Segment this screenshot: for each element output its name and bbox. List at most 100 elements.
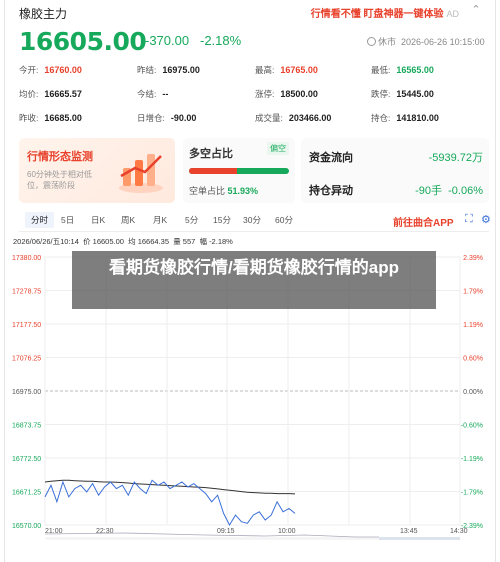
trend-monitor-card[interactable]: 行情形态监测 60分钟处于相对低位，震荡阶段 bbox=[19, 138, 175, 203]
y-axis-label: 17076.25 bbox=[12, 356, 41, 363]
stat-label: 最高: bbox=[255, 65, 275, 75]
stat-label: 涨停: bbox=[255, 89, 275, 99]
stat-cell: 今结: -- bbox=[137, 88, 168, 100]
stat-value: 16685.00 bbox=[44, 113, 82, 123]
last-price: 16605.00 bbox=[19, 27, 147, 56]
stat-cell: 成交量: 203466.00 bbox=[255, 112, 331, 124]
fund-flow-label: 资金流向 bbox=[309, 152, 353, 164]
scroll-top-icon[interactable]: ⌃ bbox=[469, 3, 483, 17]
stat-cell: 最低: 16565.00 bbox=[371, 64, 434, 76]
stats-grid: 今开: 16760.00 昨结: 16975.00 最高: 16765.00 最低: 1656… bbox=[19, 62, 489, 134]
chart-period-tabs: 前往曲合APP ⛶ ⚙ 分时 5日 日K 周K 月K 5分 15分 30分 60分 bbox=[19, 210, 491, 232]
fullscreen-icon[interactable]: ⛶ bbox=[465, 213, 473, 226]
stat-value: 16765.00 bbox=[280, 65, 318, 75]
long-short-bar bbox=[189, 168, 289, 174]
y-axis-pct-label: 0.00% bbox=[463, 389, 483, 396]
ad-badge: AD bbox=[446, 9, 459, 19]
stat-label: 跌停: bbox=[371, 89, 391, 99]
position-change-label: 持仓异动 bbox=[309, 185, 353, 197]
y-axis-pct-label: -0.60% bbox=[461, 423, 483, 430]
stat-cell: 今开: 16760.00 bbox=[19, 64, 82, 76]
fund-flow-value: -5939.72万 bbox=[428, 152, 483, 164]
y-axis-label: 16671.25 bbox=[12, 490, 41, 497]
chart-crosshair-info: 2026/06/26/五10:14 价 16605.00 均 16664.35 … bbox=[13, 237, 233, 246]
navigator-sparkline bbox=[44, 532, 379, 538]
stats-row: 昨收: 16685.00 日增仓: -90.00 成交量: 203466.00 持仓: 141… bbox=[19, 110, 489, 134]
stat-label: 均价: bbox=[19, 89, 39, 99]
sentiment-badge: 偏空 bbox=[267, 142, 289, 155]
stat-value: -90.00 bbox=[170, 113, 197, 123]
y-axis-pct-label: -1.79% bbox=[461, 490, 483, 497]
y-axis-label: 17380.00 bbox=[12, 255, 41, 262]
stat-cell: 均价: 16665.57 bbox=[19, 88, 82, 100]
market-status: 休市 2026-06-26 10:15:00 bbox=[367, 35, 485, 48]
stat-value: 15445.00 bbox=[396, 89, 434, 99]
stat-label: 昨结: bbox=[137, 65, 157, 75]
page-title: 橡胶主力 bbox=[19, 7, 68, 21]
y-axis-pct-label: 1.79% bbox=[463, 289, 483, 296]
y-axis-label: 16873.75 bbox=[12, 423, 41, 430]
tab-period[interactable]: 60分 bbox=[275, 214, 293, 226]
y-axis-pct-label: -1.19% bbox=[461, 456, 483, 463]
status-datetime: 2026-06-26 10:15:00 bbox=[401, 37, 485, 47]
stat-value: 16565.00 bbox=[396, 65, 434, 75]
trend-card-title: 行情形态监测 bbox=[27, 151, 93, 163]
stat-value: 18500.00 bbox=[280, 89, 318, 99]
stats-row: 今开: 16760.00 昨结: 16975.00 最高: 16765.00 最低: 1656… bbox=[19, 62, 489, 86]
tab-period[interactable]: 周K bbox=[121, 214, 135, 226]
x-axis-label: 22:30 bbox=[96, 528, 114, 535]
promo-text: 行情看不懂 盯盘神器一键体验 bbox=[310, 9, 444, 20]
fund-flow-card[interactable]: 资金流向 -5939.72万 持仓异动 -90手 -0.06% bbox=[301, 138, 489, 203]
stat-cell: 日增仓: -90.00 bbox=[137, 112, 196, 124]
tab-period[interactable]: 日K bbox=[91, 214, 105, 226]
stat-label: 昨收: bbox=[19, 113, 39, 123]
x-axis-label: 13:45 bbox=[400, 528, 418, 535]
y-axis-label: 17278.75 bbox=[12, 289, 41, 296]
promo-banner[interactable]: 行情看不懂 盯盘神器一键体验 AD bbox=[311, 5, 459, 20]
x-axis-label: 09:15 bbox=[217, 528, 235, 535]
stat-value: 141810.00 bbox=[396, 113, 439, 123]
short-ratio: 空单占比 51.93% bbox=[189, 186, 259, 196]
tab-period[interactable]: 5日 bbox=[61, 214, 74, 226]
status-text: 休市 bbox=[378, 37, 397, 47]
tab-period[interactable]: 月K bbox=[153, 214, 167, 226]
price-change-percent: -2.18% bbox=[200, 33, 242, 48]
stat-cell: 跌停: 15445.00 bbox=[371, 88, 434, 100]
tab-period[interactable]: 30分 bbox=[243, 214, 261, 226]
y-axis-pct-label: 0.60% bbox=[463, 356, 483, 363]
x-axis-label: 14:30 bbox=[450, 528, 468, 535]
y-axis-pct-label: 1.19% bbox=[463, 322, 483, 329]
stat-label: 最低: bbox=[371, 65, 391, 75]
y-axis-label: 17177.50 bbox=[12, 322, 41, 329]
stat-label: 日增仓: bbox=[137, 113, 165, 123]
stat-label: 持仓: bbox=[371, 113, 391, 123]
stat-value: 16760.00 bbox=[44, 65, 82, 75]
stat-value: 203466.00 bbox=[288, 113, 332, 123]
stat-cell: 昨结: 16975.00 bbox=[137, 64, 200, 76]
article-title-overlay: 看期货橡胶行情/看期货橡胶行情的app bbox=[72, 251, 436, 309]
trend-card-desc: 60分钟处于相对低位，震荡阶段 bbox=[27, 170, 92, 190]
y-axis-pct-label: 2.39% bbox=[463, 255, 483, 262]
tab-period[interactable]: 15分 bbox=[213, 214, 231, 226]
y-axis-label: 16570.00 bbox=[12, 523, 41, 530]
settings-icon[interactable]: ⚙ bbox=[481, 213, 491, 226]
stat-cell: 昨收: 16685.00 bbox=[19, 112, 82, 124]
date-navigator-window bbox=[379, 537, 460, 540]
price-change: -370.00 bbox=[145, 33, 190, 48]
candlestick-illustration-icon bbox=[119, 154, 163, 193]
y-axis-label: 16975.00 bbox=[12, 389, 41, 396]
stat-cell: 涨停: 18500.00 bbox=[255, 88, 318, 100]
stat-value: -- bbox=[162, 89, 169, 99]
open-app-link[interactable]: 前往曲合APP bbox=[393, 214, 454, 229]
stat-cell: 最高: 16765.00 bbox=[255, 64, 318, 76]
quote-page: 橡胶主力 行情看不懂 盯盘神器一键体验 AD ⌃ 16605.00 -370.00… bbox=[4, 0, 496, 562]
stat-label: 成交量: bbox=[255, 113, 283, 123]
stat-value: 16665.57 bbox=[44, 89, 82, 99]
long-short-ratio-card[interactable]: 多空占比 偏空 空单占比 51.93% bbox=[183, 138, 295, 203]
tab-period[interactable]: 5分 bbox=[185, 214, 198, 226]
y-axis-label: 16772.50 bbox=[12, 456, 41, 463]
tab-intraday[interactable]: 分时 bbox=[25, 212, 55, 228]
clock-icon bbox=[367, 37, 376, 46]
stat-label: 今开: bbox=[19, 65, 39, 75]
position-change-value: -90手 -0.06% bbox=[415, 185, 483, 197]
